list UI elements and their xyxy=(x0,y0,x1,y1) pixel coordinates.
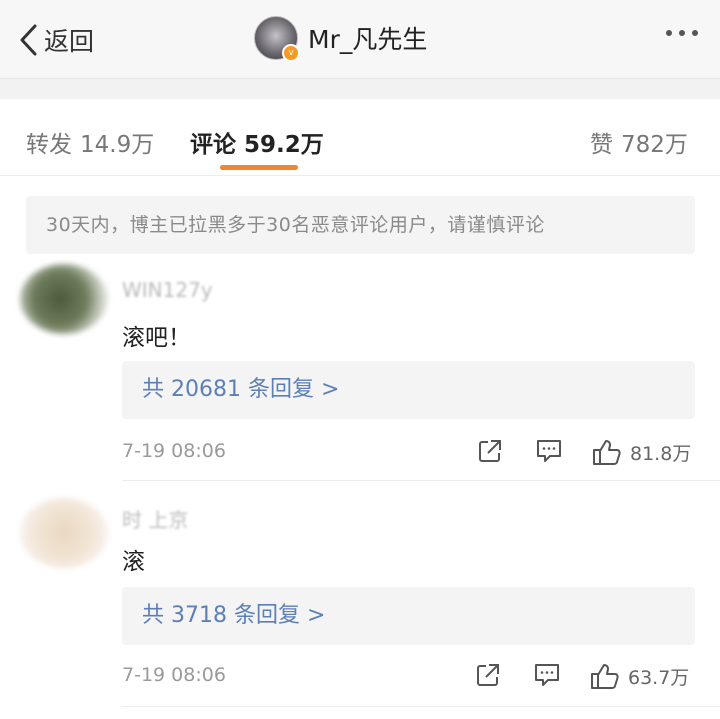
more-options-button[interactable] xyxy=(666,30,698,36)
tab-repost-label: 转发 xyxy=(26,132,72,158)
comment-text: 滚 xyxy=(122,549,145,575)
reply-button[interactable] xyxy=(533,662,561,688)
commenter-name[interactable]: WIN127y xyxy=(122,278,213,302)
section-gap xyxy=(0,79,720,99)
dot-icon xyxy=(679,30,685,36)
back-button[interactable]: 返回 xyxy=(18,22,94,58)
chevron-left-icon xyxy=(18,23,38,57)
like-button[interactable]: 63.7万 xyxy=(590,662,689,690)
commenter-avatar[interactable] xyxy=(20,264,108,334)
share-icon xyxy=(475,662,501,688)
reply-button[interactable] xyxy=(535,438,563,464)
tab-bar: 转发 14.9万 评论 59.2万 赞 782万 xyxy=(0,99,720,176)
comment-item: WIN127y 滚吧！ 共 20681 条回复 > 7-19 08:06 81.… xyxy=(0,256,720,481)
tab-like[interactable]: 赞 782万 xyxy=(590,125,688,159)
comment-meta: 7-19 08:06 63.7万 xyxy=(122,662,695,692)
reply-count-link[interactable]: 共 3718 条回复 > xyxy=(122,587,695,645)
moderation-notice: 30天内，博主已拉黑多于30名恶意评论用户，请谨慎评论 xyxy=(26,196,695,254)
tab-comment-label: 评论 xyxy=(190,132,236,158)
author-header[interactable]: v Mr_凡先生 xyxy=(254,16,427,62)
tab-repost-count: 14.9万 xyxy=(80,132,155,158)
comment-time: 7-19 08:06 xyxy=(122,440,226,462)
dot-icon xyxy=(666,30,672,36)
tab-like-label: 赞 xyxy=(590,132,613,158)
verified-badge: v xyxy=(282,44,300,62)
divider xyxy=(122,480,720,481)
comment-item: 时 上京 滚 共 3718 条回复 > 7-19 08:06 63.7万 xyxy=(0,482,720,719)
tab-comment-count: 59.2万 xyxy=(244,132,324,158)
comment-icon xyxy=(535,438,563,464)
active-tab-indicator xyxy=(220,165,298,170)
share-button[interactable] xyxy=(475,662,501,688)
tab-comment[interactable]: 评论 59.2万 xyxy=(190,125,324,159)
reply-count-link[interactable]: 共 20681 条回复 > xyxy=(122,361,695,419)
divider xyxy=(122,706,720,707)
comment-meta: 7-19 08:06 81.8万 xyxy=(122,438,695,468)
tab-repost[interactable]: 转发 14.9万 xyxy=(26,125,154,159)
thumbs-up-icon xyxy=(592,438,622,466)
share-icon xyxy=(477,438,503,464)
tab-like-count: 782万 xyxy=(621,132,688,158)
dot-icon xyxy=(692,30,698,36)
author-name[interactable]: Mr_凡先生 xyxy=(308,20,427,56)
back-label: 返回 xyxy=(44,27,95,56)
author-avatar[interactable]: v xyxy=(254,16,300,62)
commenter-name[interactable]: 时 上京 xyxy=(122,504,188,533)
like-count: 63.7万 xyxy=(628,666,690,689)
commenter-avatar[interactable] xyxy=(20,498,108,568)
thumbs-up-icon xyxy=(590,662,620,690)
navigation-bar: 返回 v Mr_凡先生 xyxy=(0,0,720,79)
share-button[interactable] xyxy=(477,438,503,464)
comment-text: 滚吧！ xyxy=(122,325,191,351)
comment-time: 7-19 08:06 xyxy=(122,664,226,686)
like-button[interactable]: 81.8万 xyxy=(592,438,691,466)
comment-icon xyxy=(533,662,561,688)
like-count: 81.8万 xyxy=(630,442,692,465)
